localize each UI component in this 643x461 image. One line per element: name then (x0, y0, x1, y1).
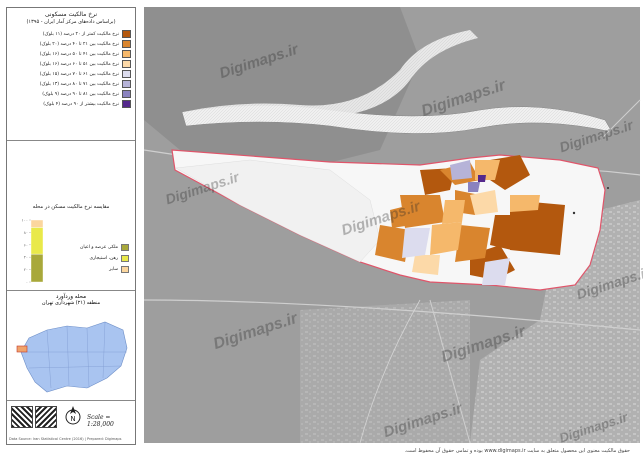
chart-legend-swatch (121, 255, 129, 262)
block-51-60 (412, 255, 440, 275)
locator-section: محله وردآورد منطقه (۲۱) شهرداری تهران (7, 290, 135, 401)
svg-text:N: N (70, 415, 75, 423)
legend-swatch (122, 100, 131, 108)
legend-title: نرخ مالکیت مسکونی (44, 11, 98, 18)
chart-section: مقایسه نرخ مالکیت مسکن در محله ۱۰۰ ۸۰ ۶۰ ۴۰… (7, 140, 135, 291)
copyright-note: حقوق مالکیت معنوی این محصول متعلق به سای… (404, 448, 630, 454)
legend-swatch (122, 90, 131, 98)
legend-label: نرخ مالکیت بین ۷۱ تا ۸۰ درصد (۱۳ بلوک) (39, 81, 119, 87)
map-dot (607, 187, 609, 189)
legend-swatch (122, 50, 131, 58)
legend-label: نرخ مالکیت بین ۶۱ تا ۷۰ درصد (۱۵ بلوک) (39, 71, 119, 77)
legend-item: نرخ مالکیت بین ۸۱ تا ۹۰ درصد (۹ بلوک) (42, 90, 131, 98)
block-gt90 (478, 175, 486, 182)
chart-legend-swatch (121, 244, 129, 251)
block-41-50 (430, 222, 462, 255)
y-tick-label: ۸۰ (24, 230, 28, 235)
y-tick-label: ۰ (26, 280, 28, 285)
legend-label: نرخ مالکیت بین ۸۱ تا ۹۰ درصد (۹ بلوک) (42, 91, 119, 97)
y-tick-label: ۱۰۰ (22, 218, 28, 223)
legend-item: نرخ مالکیت بین ۴۱ تا ۵۰ درصد (۱۶ بلوک) (40, 50, 131, 58)
chart-legend-item: رهن، استیجاری (89, 255, 129, 262)
legend-swatch (122, 40, 131, 48)
north-arrow-icon: N (65, 406, 81, 425)
bar-segment (30, 219, 44, 228)
map-layout: Digimaps.ir Digimaps.ir Digimaps.ir Digi… (0, 0, 643, 461)
credit-note: Data Source: Iran Statistical Centre (20… (9, 437, 122, 441)
chart-legend-label: رهن، استیجاری (89, 256, 118, 261)
legend-section: نرخ مالکیت مسکونی (براساس داده‌های مرکز … (7, 8, 135, 141)
legend-item: نرخ مالکیت بیشتر از ۹۰ درصد (۴ بلوک) (43, 100, 131, 108)
legend-item: نرخ مالکیت بین ۲۱ تا ۴۰ درصد (۲۰ بلوک) (40, 40, 131, 48)
chart-legend-item: ملکی عرصه و اعیان (80, 244, 129, 251)
scale-text: Scale = 1:28,000 (87, 414, 114, 428)
y-tick-label: ۴۰ (24, 255, 28, 260)
tehran-locator-map (16, 321, 128, 393)
legend-item: نرخ مالکیت بین ۶۱ تا ۷۰ درصد (۱۵ بلوک) (40, 70, 131, 78)
legend-item: نرخ مالکیت بین ۵۱ تا ۶۰ درصد (۱۶ بلوک) (40, 60, 131, 68)
block-81-90 (468, 182, 480, 192)
footer-section: N Scale = 1:28,000 Data Source: Iran Sta… (7, 400, 135, 444)
map-dot (572, 211, 576, 215)
y-tick-label: ۶۰ (24, 242, 28, 247)
legend-label: نرخ مالکیت بیشتر از ۹۰ درصد (۴ بلوک) (43, 101, 119, 107)
bar-segment (30, 227, 44, 255)
qr-code-1 (11, 406, 33, 428)
legend-swatch (122, 70, 131, 78)
chart-legend-swatch (121, 266, 129, 273)
legend-label: نرخ مالکیت بین ۴۱ تا ۵۰ درصد (۱۶ بلوک) (39, 51, 119, 57)
qr-code-2 (35, 406, 57, 428)
legend-subtitle: (براساس داده‌های مرکز آمار ایران - ۱۳۹۵) (26, 19, 116, 25)
bar-segment (30, 253, 44, 283)
chart-legend-item: سایر (109, 266, 129, 273)
legend-item: نرخ مالکیت کمتر از ۲۰ درصد (۱۱ بلوک) (43, 30, 131, 38)
chart-legend-label: ملکی عرصه و اعیان (80, 245, 118, 250)
block-41-50 (442, 200, 465, 224)
legend-label: نرخ مالکیت کمتر از ۲۰ درصد (۱۱ بلوک) (42, 31, 119, 37)
side-panel: نرخ مالکیت مسکونی (براساس داده‌های مرکز … (6, 7, 136, 445)
legend-swatch (122, 30, 131, 38)
legend-item: نرخ مالکیت بین ۷۱ تا ۸۰ درصد (۱۳ بلوک) (40, 80, 131, 88)
legend-label: نرخ مالکیت بین ۵۱ تا ۶۰ درصد (۱۶ بلوک) (39, 61, 119, 67)
legend-label: نرخ مالکیت بین ۲۱ تا ۴۰ درصد (۲۰ بلوک) (39, 41, 119, 47)
tehran-region (20, 321, 128, 393)
locator-highlight (16, 345, 28, 353)
legend-swatch (122, 60, 131, 68)
y-tick-label: ۲۰ (24, 267, 28, 272)
block-41-50 (510, 195, 540, 212)
locator-subtitle: منطقه (۲۱) شهرداری تهران (41, 300, 101, 306)
chart-legend-label: سایر (109, 267, 118, 272)
legend-swatch (122, 80, 131, 88)
